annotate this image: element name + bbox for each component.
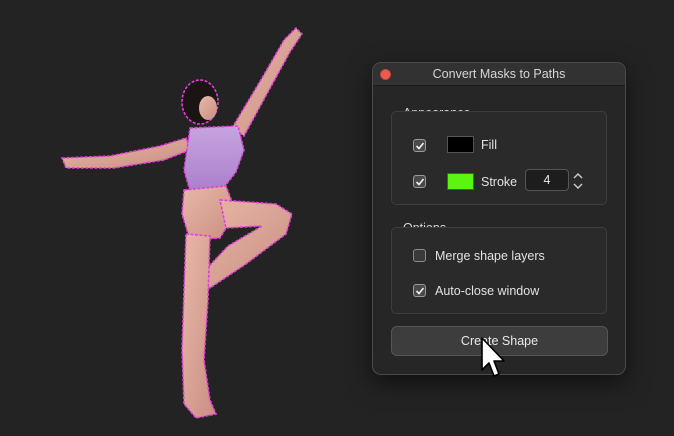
fill-label: Fill <box>481 138 497 152</box>
stroke-label: Stroke <box>481 175 518 189</box>
checkmark-icon <box>415 178 425 186</box>
fill-color-swatch[interactable] <box>447 136 474 153</box>
appearance-group: Fill Stroke 4 <box>391 111 607 205</box>
checkmark-icon <box>415 287 425 295</box>
merge-shape-layers-label: Merge shape layers <box>435 249 545 263</box>
options-group: Merge shape layers Auto-close window <box>391 227 607 314</box>
title-bar: Convert Masks to Paths <box>373 63 625 86</box>
merge-shape-layers-checkbox[interactable] <box>413 249 426 262</box>
auto-close-checkbox[interactable] <box>413 284 426 297</box>
mouse-pointer-icon <box>481 337 505 377</box>
dialog-title: Convert Masks to Paths <box>432 67 566 81</box>
stroke-width-input[interactable]: 4 <box>525 169 569 191</box>
stroke-checkbox[interactable] <box>413 175 426 188</box>
convert-masks-dialog: Convert Masks to Paths Appearance Fill S… <box>372 62 626 375</box>
stepper-arrows-icon[interactable] <box>572 171 584 191</box>
auto-close-label: Auto-close window <box>435 284 540 298</box>
fill-checkbox[interactable] <box>413 139 426 152</box>
stroke-color-swatch[interactable] <box>447 173 474 190</box>
checkmark-icon <box>415 142 425 150</box>
